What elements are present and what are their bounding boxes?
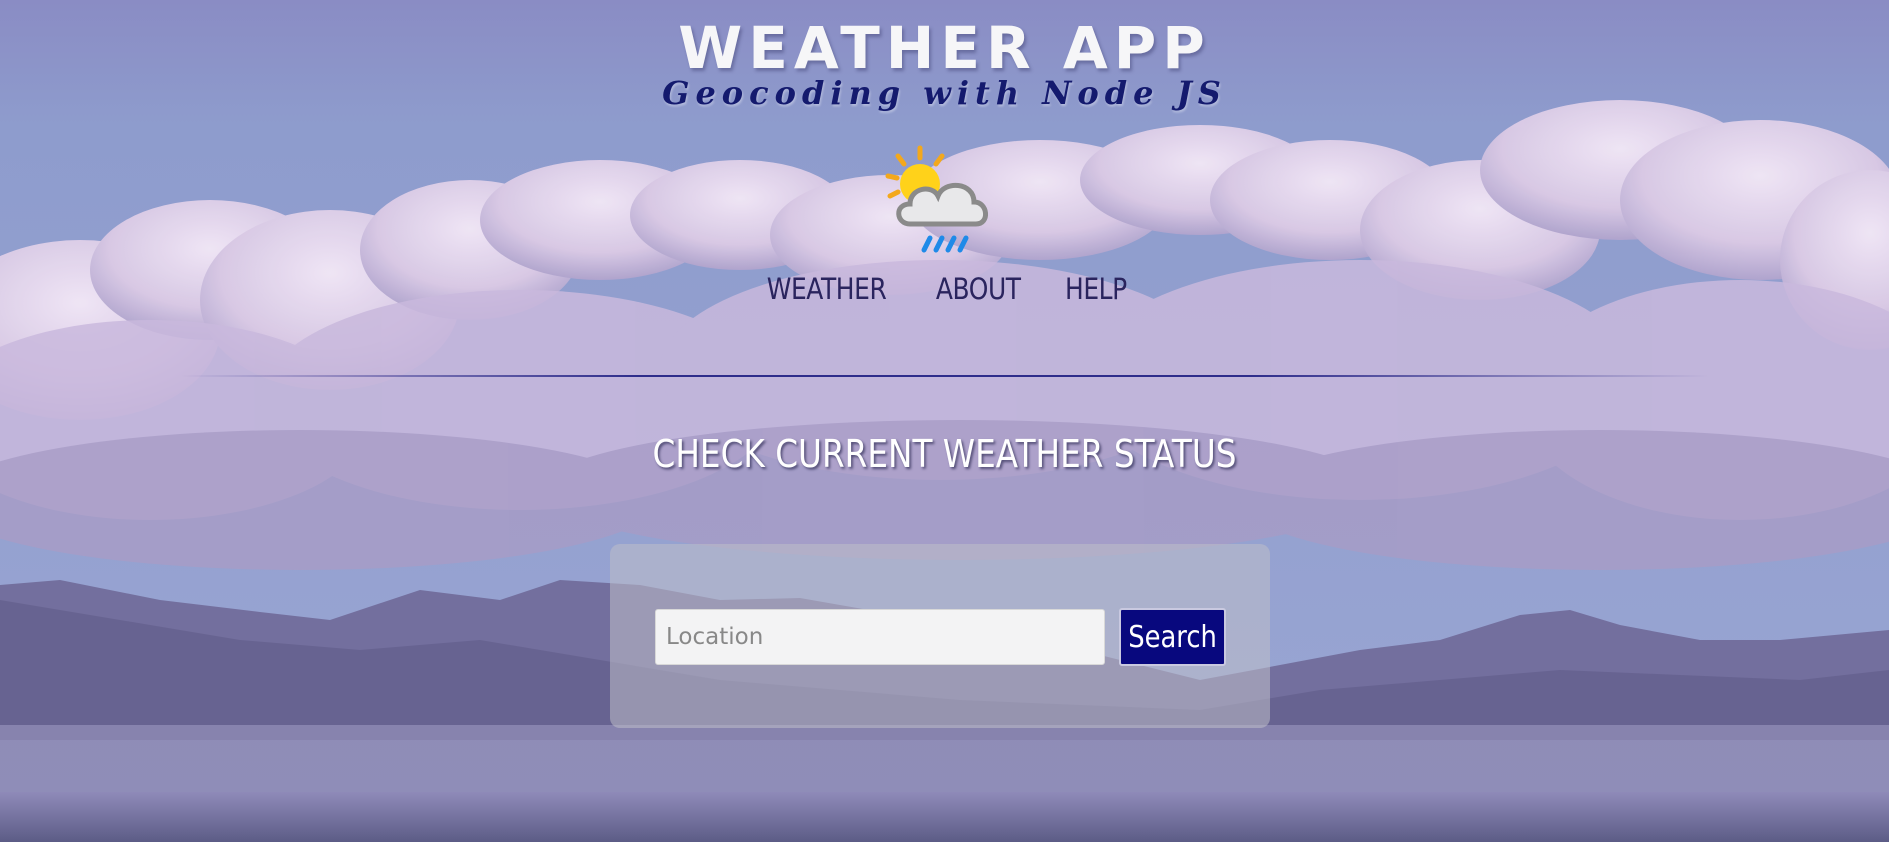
nav-item-weather[interactable]: WEATHER: [767, 272, 887, 306]
main-nav: WEATHER ABOUT HELP: [0, 272, 1889, 306]
app-subtitle: Geocoding with Node JS: [662, 74, 1227, 112]
app-title: WEATHER APP: [678, 14, 1211, 82]
sun-cloud-rain-icon: [885, 145, 988, 253]
nav-item-help[interactable]: HELP: [1065, 272, 1127, 306]
page-heading-text: CHECK CURRENT WEATHER STATUS: [652, 432, 1237, 476]
search-panel: Search: [610, 544, 1270, 728]
page-background: WEATHER APP Geocoding with Node JS WEATH…: [0, 0, 1889, 842]
location-input[interactable]: [655, 609, 1105, 665]
search-button-label: Search: [1128, 619, 1217, 655]
header-divider: [180, 375, 1709, 377]
search-button[interactable]: Search: [1119, 608, 1226, 666]
page-heading: CHECK CURRENT WEATHER STATUS: [0, 432, 1889, 476]
nav-item-about[interactable]: ABOUT: [936, 272, 1021, 306]
